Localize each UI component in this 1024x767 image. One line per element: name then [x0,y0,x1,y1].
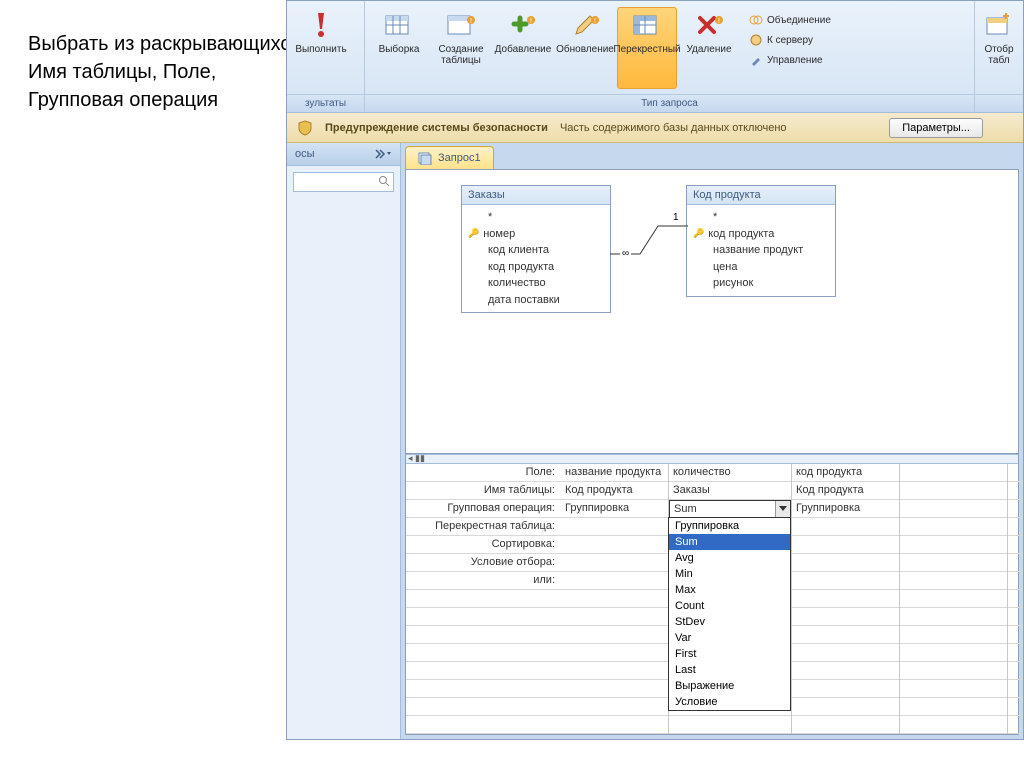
dropdown-arrow-icon[interactable] [775,501,790,517]
update-query-button[interactable]: ! Обновление [555,7,615,89]
ribbon: Выполнить зультаты Выборка ! Создание та… [287,1,1023,113]
svg-text:!: ! [718,18,720,25]
nav-collapse-icon[interactable] [374,148,392,160]
content-area: Запрос1 Заказы * 🔑номер код клиента код … [401,143,1023,739]
dropdown-option[interactable]: Min [669,566,790,582]
grid-row-labels: Поле: Имя таблицы: Групповая операция: П… [406,464,561,734]
showtable-icon [983,10,1015,42]
grid-column-3[interactable]: код продукта Код продукта Группировка [792,464,900,734]
execute-button[interactable]: Выполнить [291,7,351,89]
security-warning-label: Предупреждение системы безопасности [325,122,548,134]
join-cardinality-many: ∞ [620,248,631,259]
svg-text:!: ! [470,18,472,25]
grid-column-2[interactable]: количество Заказы Sum ГруппировкаSumAvgM… [669,464,792,734]
grid-column-1[interactable]: название продукта Код продукта Группиров… [561,464,669,734]
exclamation-icon [305,10,337,42]
splitter-bar[interactable]: ◂ ▮▮ [406,454,1018,464]
dropdown-option[interactable]: Max [669,582,790,598]
dropdown-option[interactable]: Группировка [669,518,790,534]
navigation-pane[interactable]: осы [287,143,401,739]
query-tab[interactable]: Запрос1 [405,146,494,169]
ribbon-group-results: Выполнить зультаты [287,1,365,112]
ribbon-group-querytype: Выборка ! Создание таблицы ! Добавление [365,1,975,112]
total-cell-active[interactable]: Sum [669,500,791,518]
join-cardinality-one: 1 [671,212,681,223]
tab-label: Запрос1 [438,152,481,164]
passthrough-button[interactable]: К серверу [747,31,833,49]
dropdown-option[interactable]: Last [669,662,790,678]
wrench-icon [749,53,763,67]
nav-header[interactable]: осы [287,143,400,166]
dropdown-option[interactable]: Выражение [669,678,790,694]
main-area: осы Запрос1 [287,143,1023,739]
search-icon[interactable] [378,175,390,187]
tables-pane[interactable]: Заказы * 🔑номер код клиента код продукта… [406,170,1018,454]
ribbon-small-group: Объединение К серверу Управление [741,7,839,73]
tab-bar: Запрос1 [401,143,1023,169]
dropdown-option[interactable]: Var [669,630,790,646]
app-window: Выполнить зультаты Выборка ! Создание та… [286,0,1024,740]
delete-excl-icon: ! [693,10,725,42]
key-icon: 🔑 [468,227,479,241]
dropdown-option[interactable]: Count [669,598,790,614]
nav-record-icon[interactable]: ◂ ▮▮ [408,453,425,464]
grid-column-4[interactable] [900,464,1008,734]
qbe-grid[interactable]: Поле: Имя таблицы: Групповая операция: П… [406,464,1018,734]
select-query-button[interactable]: Выборка [369,7,429,89]
dropdown-option[interactable]: Avg [669,550,790,566]
crosstab-query-button[interactable]: Перекрестный [617,7,677,89]
svg-text:!: ! [594,18,596,25]
table-zakazy[interactable]: Заказы * 🔑номер код клиента код продукта… [461,185,611,313]
query-icon [418,151,432,165]
show-table-button[interactable]: Отобр табл [979,7,1019,89]
union-button[interactable]: Объединение [747,11,833,29]
table-excl-icon: ! [445,10,477,42]
dropdown-option[interactable]: Sum [669,534,790,550]
globe-icon [749,33,763,47]
table-icon [383,10,415,42]
table-header[interactable]: Заказы [462,186,610,205]
grid-column-5[interactable] [1008,464,1024,734]
ribbon-group-setup: Отобр табл [975,1,1023,112]
table-kodprodukta[interactable]: Код продукта * 🔑код продукта название пр… [686,185,836,297]
shield-icon [297,120,313,136]
crosstab-icon [631,10,663,42]
plus-excl-icon: ! [507,10,539,42]
dropdown-option[interactable]: StDev [669,614,790,630]
key-icon: 🔑 [693,227,704,241]
aggregate-dropdown[interactable]: ГруппировкаSumAvgMinMaxCountStDevVarFirs… [668,517,791,711]
dropdown-option[interactable]: Условие [669,694,790,710]
nav-search [293,172,394,192]
query-designer: Заказы * 🔑номер код клиента код продукта… [405,169,1019,735]
datadef-button[interactable]: Управление [747,51,833,69]
dropdown-option[interactable]: First [669,646,790,662]
parameters-button[interactable]: Параметры... [889,118,983,138]
table-header[interactable]: Код продукта [687,186,835,205]
append-query-button[interactable]: ! Добавление [493,7,553,89]
maketable-query-button[interactable]: ! Создание таблицы [431,7,491,89]
delete-query-button[interactable]: ! Удаление [679,7,739,89]
security-warning-bar: Предупреждение системы безопасности Част… [287,113,1023,143]
security-message: Часть содержимого базы данных отключено [560,122,787,134]
union-icon [749,13,763,27]
svg-text:!: ! [530,18,532,25]
pencil-excl-icon: ! [569,10,601,42]
